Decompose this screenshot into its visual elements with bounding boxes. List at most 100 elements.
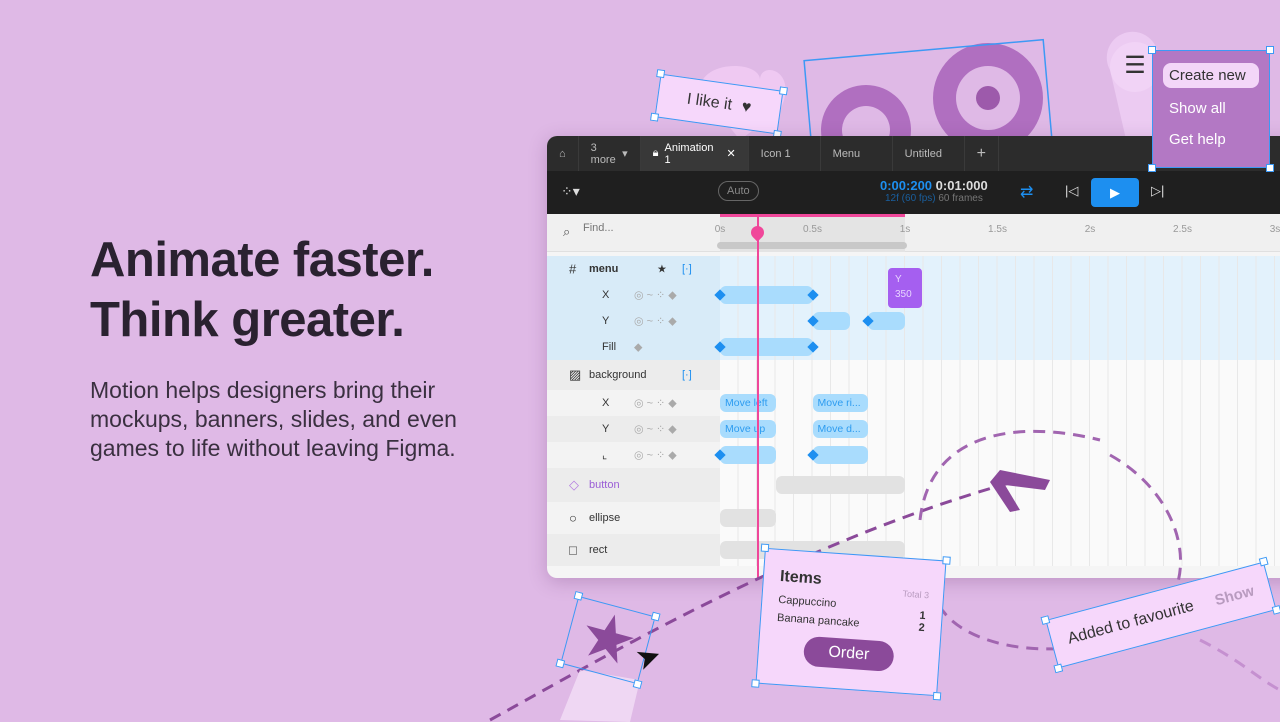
items-total: Total 3 — [902, 588, 930, 601]
tab-label: Animation 1 — [664, 141, 714, 166]
tab-label: Menu — [832, 147, 861, 160]
star-icon[interactable]: ★ — [657, 263, 667, 276]
keyframe-bar[interactable] — [720, 446, 776, 464]
motion-panel: ⌂ 3 more ▾ 🔒︎ Animation 1 ✕ Icon 1 Menu Unt… — [547, 136, 1280, 578]
layer-name: Fill — [602, 341, 617, 353]
tab-more[interactable]: 3 more ▾ — [579, 136, 641, 171]
tick-label: 1s — [899, 224, 911, 235]
easing-icons[interactable]: ◎~⁘◆ — [634, 423, 680, 436]
resize-handle[interactable] — [751, 679, 760, 688]
tab-untitled[interactable]: Untitled — [893, 136, 965, 171]
keyframe-bar[interactable]: Move ri... — [812, 394, 868, 412]
keyframe-bar[interactable] — [812, 446, 868, 464]
resize-handle[interactable] — [1148, 164, 1156, 172]
items-card: Items Total 3 Cappuccino 1 Banana pancake… — [751, 543, 951, 701]
menu-item-show-all[interactable]: Show all — [1163, 100, 1259, 117]
tick-label: 2s — [1084, 224, 1096, 235]
resize-handle[interactable] — [942, 556, 951, 565]
menu-item-create-new[interactable]: Create new — [1163, 63, 1259, 88]
hash-icon: # — [569, 261, 577, 277]
tab-label: Icon 1 — [760, 147, 791, 160]
frame-count: 60 frames — [938, 193, 983, 204]
easing-icons[interactable]: ◎~⁘◆ — [634, 449, 680, 462]
keyframe-bar[interactable] — [720, 338, 813, 356]
keyframe-bar[interactable]: Move d... — [812, 420, 868, 438]
home-icon: ⌂ — [559, 147, 566, 160]
resize-handle[interactable] — [932, 691, 942, 701]
play-icon: ▶ — [1110, 185, 1120, 200]
tick-label: 1.5s — [988, 224, 1007, 235]
resize-handle[interactable] — [760, 543, 770, 553]
resize-handle[interactable] — [1266, 164, 1274, 172]
layer-row[interactable]: X ◎~⁘◆ Move left Move ri... — [547, 390, 1280, 416]
focus-icon[interactable]: [·] — [682, 369, 692, 381]
timeline-ruler[interactable]: ⌕ 0s 0.5s 1s 1.5s 2s 2.5s 3s — [547, 214, 1280, 252]
layer-row[interactable]: ○ ellipse — [547, 502, 1280, 534]
square-icon: □ — [569, 542, 577, 558]
nodes-menu-icon[interactable]: ⁘▾ — [561, 183, 580, 200]
layer-row[interactable]: ◇ button — [547, 468, 1280, 502]
resize-handle[interactable] — [1266, 46, 1274, 54]
playback-toolbar: ⁘▾ Auto 0:00:200 0:01:000 12f (60 fps) 6… — [547, 171, 1280, 214]
order-button[interactable]: Order — [802, 635, 895, 673]
resize-handle[interactable] — [1040, 615, 1051, 625]
layer-name: ⌞ — [602, 449, 608, 462]
close-icon[interactable]: ✕ — [726, 147, 735, 160]
lock-icon: 🔒︎ — [652, 147, 659, 159]
layer-name: background — [589, 369, 647, 381]
range-scrollbar[interactable] — [717, 242, 907, 249]
add-tab-button[interactable]: + — [965, 136, 999, 171]
chevron-down-icon: ▾ — [622, 148, 628, 160]
menu-item-get-help[interactable]: Get help — [1163, 131, 1259, 148]
resize-handle[interactable] — [1148, 46, 1156, 54]
easing-icons[interactable]: ◆ — [634, 341, 645, 354]
keyframe-bar[interactable] — [775, 476, 905, 494]
like-label: I like it — [685, 90, 734, 114]
search-icon: ⌕ — [563, 224, 571, 239]
home-tab[interactable]: ⌂ — [547, 136, 579, 171]
tab-animation-1[interactable]: 🔒︎ Animation 1 ✕ — [640, 136, 749, 171]
time-display: 0:00:200 0:01:000 — [880, 178, 988, 193]
layer-name: X — [602, 289, 610, 301]
layer-row[interactable]: ▨ background [·] — [547, 360, 1280, 390]
resize-handle[interactable] — [650, 112, 660, 122]
easing-icons[interactable]: ◎~⁘◆ — [634, 397, 680, 410]
play-button[interactable]: ▶ — [1091, 178, 1139, 207]
playhead[interactable] — [748, 214, 767, 578]
layer-name: rect — [589, 544, 608, 556]
layer-name: Y — [602, 423, 610, 435]
show-button[interactable]: Show — [1213, 582, 1256, 609]
total-time: 0:01:000 — [935, 178, 988, 193]
tick-label: 0.5s — [803, 224, 822, 235]
keyframe-bar[interactable] — [720, 509, 776, 527]
layer-row[interactable]: Fill ◆ — [547, 334, 1280, 360]
heart-icon: ♥ — [740, 98, 753, 117]
focus-icon[interactable]: [·] — [682, 263, 692, 275]
frame-info: 12f (60 fps) 60 frames — [885, 193, 983, 204]
find-input[interactable] — [583, 222, 703, 234]
keyframe-bar[interactable]: Move left — [720, 394, 776, 412]
component-icon: ◇ — [569, 477, 579, 492]
tab-icon-1[interactable]: Icon 1 — [749, 136, 821, 171]
resize-handle[interactable] — [1271, 605, 1280, 615]
keyframe-bar[interactable]: Move up — [720, 420, 776, 438]
layer-row[interactable]: Y ◎~⁘◆ Move up Move d... — [547, 416, 1280, 442]
tab-menu[interactable]: Menu — [821, 136, 893, 171]
layer-row[interactable]: ⌞ ◎~⁘◆ — [547, 442, 1280, 468]
tick-label: 2.5s — [1173, 224, 1192, 235]
easing-icons[interactable]: ◎~⁘◆ — [634, 289, 680, 302]
skip-forward-icon[interactable]: ▷| — [1151, 183, 1164, 199]
skip-back-icon[interactable]: |◁ — [1065, 183, 1078, 199]
layer-row[interactable]: Y ◎~⁘◆ — [547, 308, 1280, 334]
menu-popup: Create new Show all Get help — [1148, 46, 1274, 172]
resize-handle[interactable] — [656, 69, 666, 79]
resize-handle[interactable] — [778, 86, 788, 96]
loop-icon[interactable]: ⇄ — [1020, 182, 1033, 202]
image-icon: ▨ — [569, 367, 582, 382]
layer-name: menu — [589, 263, 619, 275]
keyframe-bar[interactable] — [720, 286, 813, 304]
layer-name: Y — [602, 315, 610, 327]
auto-button[interactable]: Auto — [718, 181, 759, 201]
tab-label: 3 more — [590, 141, 616, 166]
easing-icons[interactable]: ◎~⁘◆ — [634, 315, 680, 328]
